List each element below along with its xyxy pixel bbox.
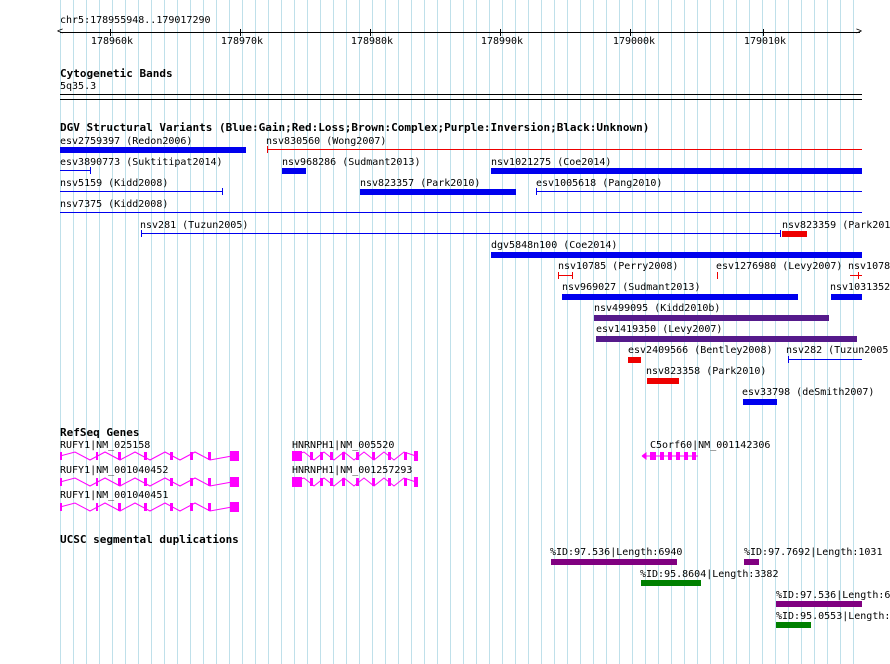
- variant-end-tick: [90, 167, 91, 174]
- region-label: chr5:178955948..179017290: [60, 15, 211, 26]
- ruler-tick-label: 178970k: [220, 36, 264, 47]
- track-title-refseq[interactable]: RefSeq Genes: [60, 427, 139, 439]
- variant-inversion-bar[interactable]: [596, 336, 857, 342]
- variant-loss-line[interactable]: [558, 275, 573, 276]
- variant-gain-bar[interactable]: [743, 399, 777, 405]
- ruler-line: [60, 32, 860, 33]
- variant-end-tick: [858, 272, 859, 279]
- feature-label[interactable]: dgv5848n100 (Coe2014): [491, 240, 617, 251]
- feature-label[interactable]: esv1419350 (Levy2007): [596, 324, 722, 335]
- feature-label[interactable]: nsv830560 (Wong2007): [266, 136, 386, 147]
- variant-end-tick: [558, 272, 559, 279]
- gene-label[interactable]: RUFY1|NM_001040451: [60, 490, 168, 501]
- ruler-tick-label: 179010k: [743, 36, 787, 47]
- feature-label[interactable]: esv2759397 (Redon2006): [60, 136, 192, 147]
- feature-label[interactable]: nsv7375 (Kidd2008): [60, 199, 168, 210]
- variant-gain-line[interactable]: [60, 170, 91, 171]
- feature-label[interactable]: esv33798 (deSmith2007): [742, 387, 874, 398]
- feature-label[interactable]: nsv5159 (Kidd2008): [60, 178, 168, 189]
- feature-label[interactable]: nsv1031352: [830, 282, 890, 293]
- variant-gain-bar[interactable]: [282, 168, 306, 174]
- gene-model-rufy1[interactable]: [60, 450, 242, 462]
- segdup-label[interactable]: %ID:97.536|Length:6: [776, 590, 890, 601]
- feature-label[interactable]: nsv1078: [848, 261, 890, 272]
- ruler-tick: [763, 29, 764, 36]
- gene-model-hnrnph1[interactable]: [292, 476, 422, 488]
- ruler-tick: [630, 29, 631, 36]
- variant-end-tick: [572, 272, 573, 279]
- ruler-tick: [240, 29, 241, 36]
- feature-label[interactable]: esv2409566 (Bentley2008): [628, 345, 773, 356]
- variant-loss-line[interactable]: [850, 275, 862, 276]
- ruler-tick: [110, 29, 111, 36]
- ruler-tick-label: 178980k: [350, 36, 394, 47]
- variant-inversion-bar[interactable]: [594, 315, 829, 321]
- variant-end-tick: [780, 230, 781, 237]
- segdup-bar[interactable]: [641, 580, 701, 586]
- feature-label[interactable]: nsv281 (Tuzun2005): [140, 220, 248, 231]
- ruler-right-arrow: >: [856, 26, 863, 37]
- variant-loss-bar[interactable]: [782, 231, 807, 237]
- gene-model-rufy1[interactable]: [60, 501, 242, 513]
- feature-label[interactable]: nsv499095 (Kidd2010b): [594, 303, 720, 314]
- variant-gain-bar[interactable]: [360, 189, 516, 195]
- segdup-label[interactable]: %ID:95.0553|Length:: [776, 611, 890, 622]
- track-title-segdup[interactable]: UCSC segmental duplications: [60, 534, 239, 546]
- variant-gain-bar[interactable]: [491, 252, 862, 258]
- variant-gain-line[interactable]: [536, 191, 862, 192]
- feature-label[interactable]: nsv282 (Tuzun2005: [786, 345, 888, 356]
- variant-gain-line[interactable]: [141, 233, 781, 234]
- variant-gain-bar[interactable]: [831, 294, 862, 300]
- variant-end-tick: [141, 230, 142, 237]
- variant-gain-line[interactable]: [60, 212, 862, 213]
- variant-end-tick: [267, 146, 268, 153]
- feature-label[interactable]: nsv968286 (Sudmant2013): [282, 157, 420, 168]
- segdup-bar[interactable]: [551, 559, 677, 565]
- segdup-bar[interactable]: [776, 622, 811, 628]
- feature-label[interactable]: nsv823358 (Park2010): [646, 366, 766, 377]
- ruler-tick-label: 179000k: [612, 36, 656, 47]
- variant-end-tick: [536, 188, 537, 195]
- variant-loss-bar[interactable]: [628, 357, 641, 363]
- segdup-label[interactable]: %ID:97.7692|Length:1031: [744, 547, 882, 558]
- feature-label[interactable]: nsv10785 (Perry2008): [558, 261, 678, 272]
- gene-label[interactable]: HNRNPH1|NM_001257293: [292, 465, 412, 476]
- gene-model-c5orf60[interactable]: [640, 450, 700, 462]
- segdup-bar[interactable]: [744, 559, 759, 565]
- segdup-label[interactable]: %ID:97.536|Length:6940: [550, 547, 682, 558]
- variant-end-tick: [788, 356, 789, 363]
- segdup-label[interactable]: %ID:95.8604|Length:3382: [640, 569, 778, 580]
- cytoband-line-bottom: [60, 99, 862, 100]
- variant-loss-bar[interactable]: [647, 378, 679, 384]
- ruler-tick-label: 178990k: [480, 36, 524, 47]
- feature-label[interactable]: nsv969027 (Sudmant2013): [562, 282, 700, 293]
- track-title-cytoband[interactable]: Cytogenetic Bands: [60, 68, 173, 80]
- variant-gain-line[interactable]: [60, 191, 223, 192]
- feature-label[interactable]: esv1276980 (Levy2007): [716, 261, 842, 272]
- gene-label[interactable]: RUFY1|NM_001040452: [60, 465, 168, 476]
- ruler-tick: [370, 29, 371, 36]
- variant-loss-tick[interactable]: [717, 272, 718, 279]
- cytoband-line-top: [60, 94, 862, 95]
- variant-gain-line[interactable]: [788, 359, 862, 360]
- feature-label[interactable]: nsv1021275 (Coe2014): [491, 157, 611, 168]
- cytoband-label: 5q35.3: [60, 81, 97, 92]
- variant-gain-bar[interactable]: [491, 168, 862, 174]
- ruler-left-arrow: <: [57, 26, 64, 37]
- variant-loss-line[interactable]: [267, 149, 862, 150]
- track-title-dgv[interactable]: DGV Structural Variants (Blue:Gain;Red:L…: [60, 122, 649, 134]
- gene-model-hnrnph1[interactable]: [292, 450, 422, 462]
- feature-label[interactable]: esv1005618 (Pang2010): [536, 178, 662, 189]
- variant-gain-bar[interactable]: [60, 147, 246, 153]
- gene-model-rufy1[interactable]: [60, 476, 242, 488]
- feature-label[interactable]: nsv823359 (Park201: [782, 220, 890, 231]
- variant-gain-bar[interactable]: [562, 294, 798, 300]
- feature-label[interactable]: nsv823357 (Park2010): [360, 178, 480, 189]
- feature-label[interactable]: esv3890773 (Suktitipat2014): [60, 157, 223, 168]
- variant-end-tick: [222, 188, 223, 195]
- ruler-tick: [500, 29, 501, 36]
- segdup-bar[interactable]: [776, 601, 862, 607]
- ruler-tick-label: 178960k: [90, 36, 134, 47]
